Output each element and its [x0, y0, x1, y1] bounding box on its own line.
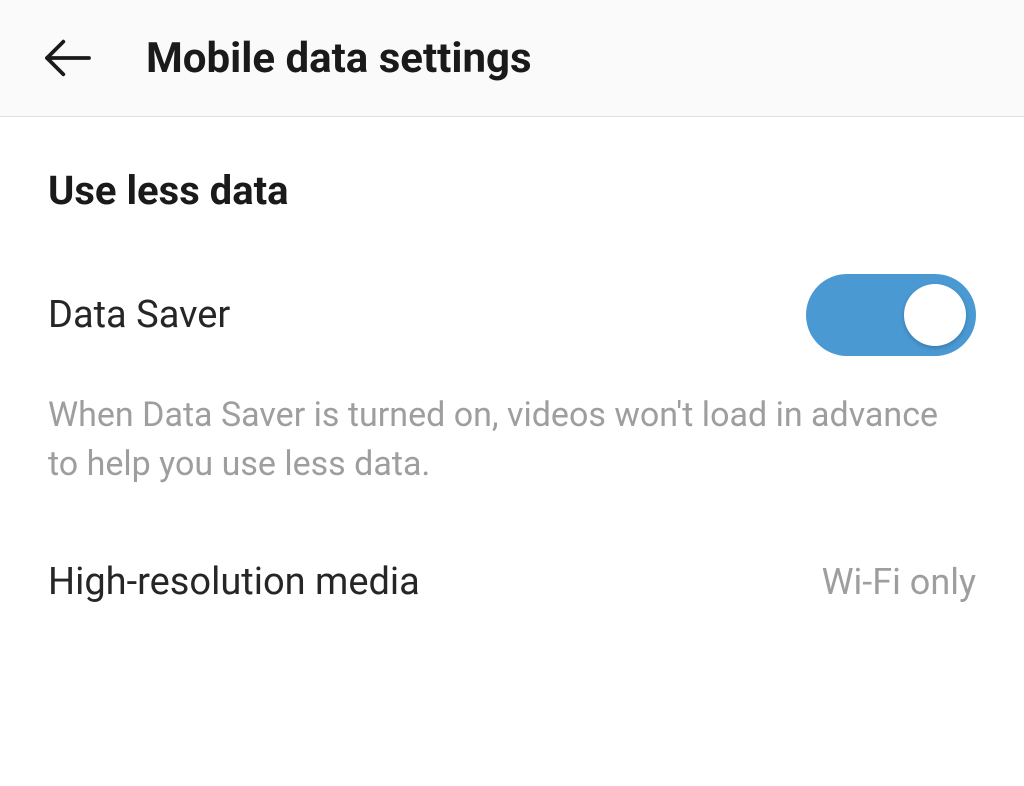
back-arrow-icon[interactable] — [40, 30, 96, 86]
data-saver-toggle[interactable] — [806, 274, 976, 356]
high-res-media-row[interactable]: High-resolution media Wi-Fi only — [48, 560, 976, 604]
data-saver-description: When Data Saver is turned on, videos won… — [48, 391, 976, 490]
content-area: Use less data Data Saver When Data Saver… — [0, 117, 1024, 654]
data-saver-row: Data Saver — [48, 274, 976, 356]
section-heading: Use less data — [48, 167, 976, 214]
high-res-media-label: High-resolution media — [48, 560, 420, 604]
header-bar: Mobile data settings — [0, 0, 1024, 117]
high-res-media-value: Wi-Fi only — [822, 561, 976, 603]
page-title: Mobile data settings — [146, 34, 532, 83]
toggle-knob — [904, 284, 966, 346]
data-saver-label: Data Saver — [48, 293, 230, 337]
